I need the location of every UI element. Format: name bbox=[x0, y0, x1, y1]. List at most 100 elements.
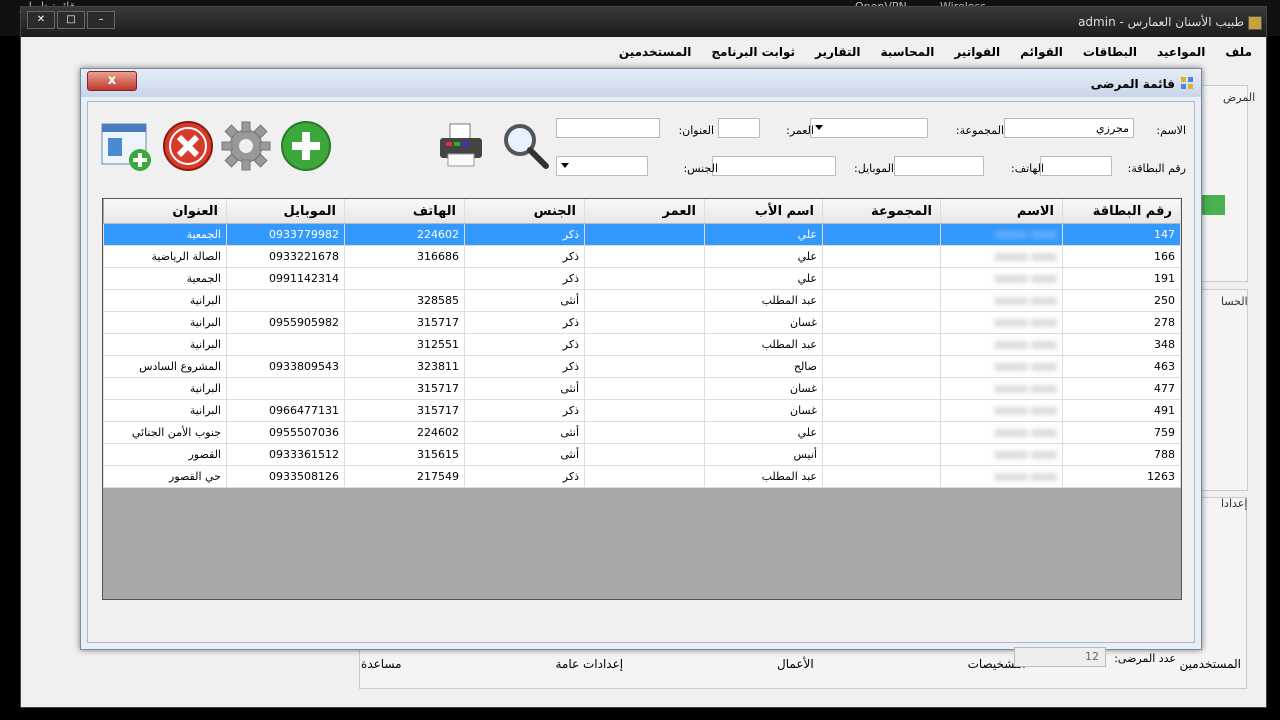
cell-group bbox=[822, 333, 941, 356]
dialog-body: الاسم: المجموعة: العمر: العنوان: رقم الب… bbox=[87, 101, 1195, 667]
col-header-age[interactable]: العمر bbox=[584, 199, 705, 224]
menu-file[interactable]: ملف bbox=[1215, 45, 1262, 59]
phone-input[interactable] bbox=[894, 156, 984, 176]
shortcut-help[interactable]: مساعدة bbox=[361, 657, 402, 671]
table-row[interactable]: 166 xxxxx xxxx علي ذكر 316686 0933221678 الصال… bbox=[103, 245, 1181, 268]
name-input[interactable] bbox=[1004, 118, 1134, 138]
cell-card: 250 bbox=[1062, 289, 1181, 312]
group-label: المجموعة: bbox=[955, 124, 1004, 137]
col-header-name[interactable]: الاسم bbox=[940, 199, 1063, 224]
col-header-father[interactable]: اسم الأب bbox=[704, 199, 823, 224]
cell-mobile bbox=[226, 377, 345, 400]
cell-card: 1263 bbox=[1062, 465, 1181, 488]
dialog-title-bar[interactable]: قائمة المرضى x bbox=[81, 69, 1201, 97]
menu-lists[interactable]: القوائم bbox=[1010, 45, 1073, 59]
col-header-card[interactable]: رقم البطاقة bbox=[1062, 199, 1181, 224]
col-header-address[interactable]: العنوان bbox=[103, 199, 227, 224]
dialog-title: قائمة المرضى bbox=[1090, 77, 1175, 91]
table-row[interactable]: 278 xxxxx xxxx غسان ذكر 315717 0955905982 البر… bbox=[103, 311, 1181, 334]
gender-select[interactable] bbox=[556, 156, 648, 176]
mobile-input[interactable] bbox=[712, 156, 836, 176]
cell-age bbox=[584, 399, 705, 422]
cell-address: البرانية bbox=[103, 399, 227, 422]
table-row[interactable]: 250 xxxxx xxxx عبد المطلب أنثى 328585 البراني… bbox=[103, 289, 1181, 312]
delete-icon[interactable] bbox=[162, 120, 214, 172]
blurred-name: xxxxx xxxx bbox=[994, 382, 1057, 395]
col-header-mobile[interactable]: الموبايل bbox=[226, 199, 345, 224]
patients-table: رقم البطاقة الاسم المجموعة اسم الأب العم… bbox=[103, 199, 1181, 488]
cell-address: البرانية bbox=[103, 377, 227, 400]
shortcut-works[interactable]: الأعمال bbox=[777, 657, 814, 671]
table-row[interactable]: 1263 xxxxx xxxx عبد المطلب ذكر 217549 0933508… bbox=[103, 465, 1181, 488]
table-row[interactable]: 788 xxxxx xxxx أنيس أنثى 315615 0933361512 الق… bbox=[103, 443, 1181, 466]
col-header-group[interactable]: المجموعة bbox=[822, 199, 941, 224]
main-title-bar[interactable]: طبيب الأسنان العمارس - admin ✕ □ – bbox=[21, 7, 1266, 37]
table-row[interactable]: 147 xxxxx xxxx علي ذكر 224602 0933779982 الجمع… bbox=[103, 223, 1181, 246]
cell-group bbox=[822, 465, 941, 488]
side-label-accounts: الحسا bbox=[1221, 295, 1248, 308]
col-header-gender[interactable]: الجنس bbox=[464, 199, 585, 224]
new-record-icon[interactable] bbox=[100, 120, 152, 172]
close-window-button[interactable]: ✕ bbox=[27, 11, 55, 29]
cell-name: xxxxx xxxx bbox=[940, 223, 1063, 246]
maximize-button[interactable]: □ bbox=[57, 11, 85, 29]
table-row[interactable]: 463 xxxxx xxxx صالح ذكر 323811 0933809543 المش… bbox=[103, 355, 1181, 378]
cell-father: غسان bbox=[704, 399, 823, 422]
cell-mobile: 0955905982 bbox=[226, 311, 345, 334]
patients-grid[interactable]: رقم البطاقة الاسم المجموعة اسم الأب العم… bbox=[102, 198, 1182, 600]
card-number-input[interactable] bbox=[1040, 156, 1112, 176]
patient-count-label: عدد المرضى: bbox=[1114, 652, 1176, 665]
mobile-label: الموبايل: bbox=[854, 162, 894, 175]
cell-group bbox=[822, 245, 941, 268]
patients-list-icon bbox=[1181, 77, 1193, 89]
cell-name: xxxxx xxxx bbox=[940, 465, 1063, 488]
cell-phone: 315717 bbox=[344, 377, 465, 400]
table-row[interactable]: 191 xxxxx xxxx علي ذكر 0991142314 الجمعية bbox=[103, 267, 1181, 290]
address-input[interactable] bbox=[556, 118, 660, 138]
minimize-button[interactable]: – bbox=[87, 11, 115, 29]
cell-address: القصور bbox=[103, 443, 227, 466]
blurred-name: xxxxx xxxx bbox=[994, 470, 1057, 483]
cell-father: أنيس bbox=[704, 443, 823, 466]
cell-father: علي bbox=[704, 421, 823, 444]
cell-address: المشروع السادس bbox=[103, 355, 227, 378]
menu-constants[interactable]: ثوابت البرنامج bbox=[701, 45, 805, 59]
menu-accounting[interactable]: المحاسبة bbox=[871, 45, 945, 59]
dialog-close-button[interactable]: x bbox=[87, 71, 137, 91]
bottom-shortcuts: المستخدمين التشخيصات الأعمال إعدادات عام… bbox=[361, 657, 1241, 671]
group-select[interactable] bbox=[810, 118, 928, 138]
cell-group bbox=[822, 289, 941, 312]
cell-name: xxxxx xxxx bbox=[940, 377, 1063, 400]
cell-group bbox=[822, 443, 941, 466]
window-controls: ✕ □ – bbox=[27, 11, 115, 29]
menu-invoices[interactable]: الفواتير bbox=[944, 45, 1010, 59]
blurred-name: xxxxx xxxx bbox=[994, 338, 1057, 351]
table-row[interactable]: 477 xxxxx xxxx غسان أنثى 315717 البرانية bbox=[103, 377, 1181, 400]
cell-card: 491 bbox=[1062, 399, 1181, 422]
printer-icon[interactable] bbox=[436, 120, 488, 172]
col-header-phone[interactable]: الهاتف bbox=[344, 199, 465, 224]
shortcut-general-settings[interactable]: إعدادات عامة bbox=[556, 657, 624, 671]
menu-cards[interactable]: البطاقات bbox=[1073, 45, 1147, 59]
cell-name: xxxxx xxxx bbox=[940, 311, 1063, 334]
table-row[interactable]: 491 xxxxx xxxx غسان ذكر 315717 0966477131 البر… bbox=[103, 399, 1181, 422]
cell-mobile: 0933221678 bbox=[226, 245, 345, 268]
table-row[interactable]: 759 xxxxx xxxx علي أنثى 224602 0955507036 جنوب… bbox=[103, 421, 1181, 444]
menu-users[interactable]: المستخدمين bbox=[609, 45, 701, 59]
table-row[interactable]: 348 xxxxx xxxx عبد المطلب ذكر 312551 البرانية bbox=[103, 333, 1181, 356]
cell-phone: 315717 bbox=[344, 399, 465, 422]
cell-name: xxxxx xxxx bbox=[940, 355, 1063, 378]
green-indicator bbox=[1201, 195, 1225, 215]
menu-appointments[interactable]: المواعيد bbox=[1147, 45, 1215, 59]
search-icon[interactable] bbox=[500, 120, 552, 172]
add-icon[interactable] bbox=[280, 120, 332, 172]
cell-mobile bbox=[226, 289, 345, 312]
shortcut-users[interactable]: المستخدمين bbox=[1180, 657, 1241, 671]
menu-reports[interactable]: التقارير bbox=[805, 45, 871, 59]
cell-father: عبد المطلب bbox=[704, 289, 823, 312]
cell-address: الصالة الرياضية bbox=[103, 245, 227, 268]
age-input[interactable] bbox=[718, 118, 760, 138]
cell-gender: ذكر bbox=[464, 223, 585, 246]
gear-icon[interactable] bbox=[220, 120, 272, 172]
cell-age bbox=[584, 267, 705, 290]
